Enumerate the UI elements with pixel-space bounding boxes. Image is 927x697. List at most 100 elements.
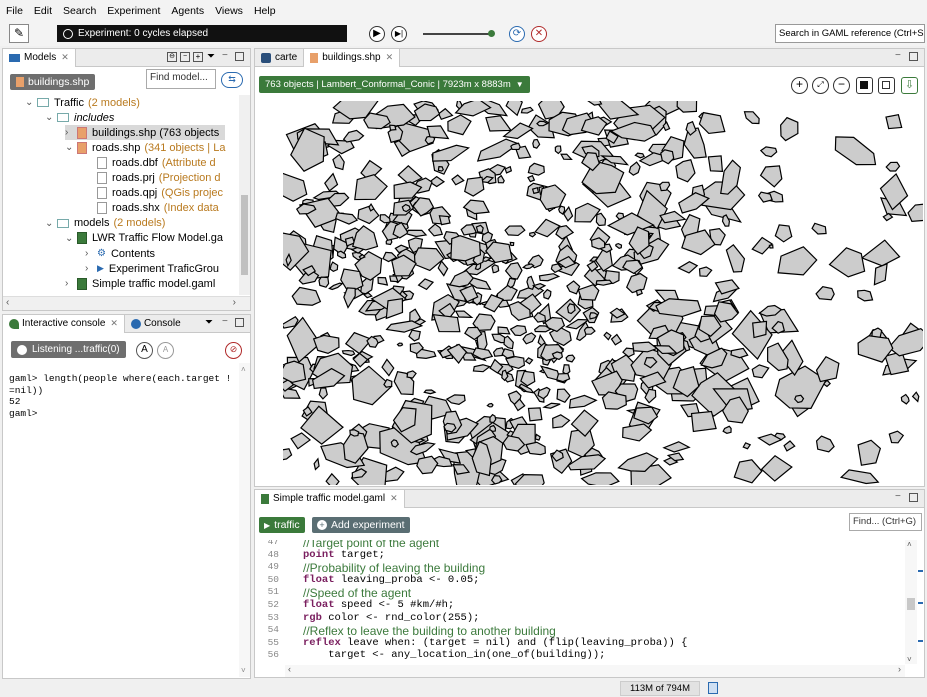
menu-item-search[interactable]: Search [63,5,96,17]
overlay-icon[interactable] [878,77,895,94]
add-experiment-button[interactable]: + Add experiment [312,517,410,533]
tree-item[interactable]: ⌄ models (2 models) [45,216,165,231]
editor-find-input[interactable]: Find... (Ctrl+G) [849,513,922,531]
console-output[interactable]: gaml> length(people where(each.target ! =… [9,373,237,419]
maximize-icon[interactable] [235,318,244,327]
code-area[interactable]: 47//Target point of the agent 48 point tar… [255,540,905,665]
minimize-icon[interactable]: − [222,50,228,61]
menu-item-file[interactable]: File [6,5,23,17]
edit-perspective-icon[interactable]: ✎ [9,24,29,43]
tab-models[interactable]: Models ✕ [3,48,76,67]
tree-item[interactable]: ⌄ includes [45,110,114,125]
maximize-icon[interactable] [909,52,918,61]
chevron-right-icon[interactable]: › [85,263,97,274]
building-shape [857,439,882,466]
menu-item-agents[interactable]: Agents [171,5,204,17]
pause-console-icon[interactable]: ⊘ [225,342,242,359]
tab-simple-traffic-model[interactable]: Simple traffic model.gaml ✕ [255,489,405,508]
chevron-down-icon[interactable]: ⌄ [65,142,77,153]
tree-item[interactable]: roads.shx (Index data [85,201,219,216]
run-traffic-button[interactable]: ▶ traffic [259,517,305,533]
tree-vertical-scrollbar[interactable] [239,95,250,295]
editor-vertical-scrollbar[interactable]: ˄ ˅ [905,540,917,664]
gaml-reference-search[interactable]: Search in GAML reference (Ctrl+Shift+ [775,24,925,43]
maximize-icon[interactable] [909,493,918,502]
chevron-down-icon[interactable]: ⌄ [45,112,57,123]
building-shape [381,358,395,377]
tab-interactive-console[interactable]: Interactive console ✕ [3,314,125,333]
filter-icon[interactable]: ⏷ [205,317,213,328]
line-number: 54 [267,624,279,636]
tree-item[interactable]: › Simple traffic model.gaml [65,276,215,291]
building-shape [675,159,696,183]
maximize-icon[interactable] [235,52,244,61]
tab-buildings-shp[interactable]: buildings.shp ✕ [304,48,401,67]
minimize-icon[interactable]: − [895,491,901,502]
zoom-in-icon[interactable]: + [791,77,808,94]
tree-horizontal-scrollbar[interactable]: ‹ › [3,296,250,310]
chevron-down-icon[interactable]: ⌄ [45,218,57,229]
collapse-all-icon[interactable]: ⊖ [167,52,177,62]
font-a-icon[interactable]: A [136,342,153,359]
listening-badge[interactable]: Listening ...traffic(0) [11,341,126,358]
chevron-right-icon[interactable]: › [65,127,77,138]
minimize-icon[interactable]: − [222,316,228,327]
close-icon[interactable]: ✕ [386,52,394,63]
zoom-fit-icon[interactable]: ⤢ [812,77,829,94]
zoom-out-icon[interactable]: − [833,77,850,94]
speed-slider[interactable] [423,33,493,35]
building-shape [542,402,561,409]
filter-icon[interactable]: ⏷ [207,51,215,62]
tree-item[interactable]: roads.prj (Projection d [85,171,221,186]
tree-item[interactable]: › buildings.shp (763 objects [65,125,225,141]
gaml-icon [77,277,87,290]
map-info-badge[interactable]: 763 objects | Lambert_Conformal_Conic | … [259,76,530,93]
font-a-small-icon[interactable]: A [157,342,174,359]
tree-item[interactable]: ⌄ Traffic (2 models) [25,95,140,110]
close-icon[interactable]: ✕ [110,318,118,329]
menu-item-views[interactable]: Views [215,5,243,17]
tree-item[interactable]: roads.qpj (QGis projec [85,186,223,201]
close-icon[interactable]: ✕ [61,52,69,63]
editor-tabbar: Simple traffic model.gaml ✕ − [255,489,924,508]
minimize-icon[interactable]: − [895,50,901,61]
menu-item-experiment[interactable]: Experiment [107,5,160,17]
tree-item[interactable]: roads.dbf (Attribute d [85,155,216,170]
play-icon[interactable]: ▶ [369,26,385,42]
clock-icon [63,28,73,39]
trash-icon[interactable] [708,682,718,694]
find-model-input[interactable]: Find model... [146,69,216,89]
menu-item-edit[interactable]: Edit [34,5,52,17]
export-icon[interactable]: ⇩ [901,77,918,94]
tree-item[interactable]: ⌄ roads.shp (341 objects | La [65,140,225,155]
building-shape [476,138,520,162]
expand-icon[interactable]: − [180,52,190,62]
tab-console[interactable]: Console [125,315,187,333]
close-experiment-icon[interactable]: ✕ [531,26,547,42]
editor-horizontal-scrollbar[interactable]: ‹ › [285,664,905,677]
add-icon[interactable]: + [193,52,203,62]
tree-item[interactable]: › ⚙ Contents [85,246,155,261]
memory-indicator[interactable]: 113M of 794M [620,681,700,696]
chevron-down-icon[interactable]: ⌄ [25,97,37,108]
tree-item[interactable]: ⌄ LWR Traffic Flow Model.ga [65,231,223,246]
building-shape [538,273,561,282]
buildings-map[interactable] [283,101,923,485]
link-icon[interactable]: ⇆ [221,72,243,88]
tree-item[interactable]: › ▶ Experiment TraficGrou [85,261,219,276]
code-line: target <- any_location_in(one_of(buildin… [303,649,606,662]
building-shape [659,181,671,192]
menu-item-help[interactable]: Help [254,5,276,17]
chevron-right-icon[interactable]: › [65,278,77,289]
building-shape [520,106,534,114]
tab-carte[interactable]: carte [255,48,305,67]
speed-slider-thumb[interactable] [488,30,495,37]
chevron-right-icon[interactable]: › [85,248,97,259]
reload-icon[interactable]: ⟳ [509,26,525,42]
close-icon[interactable]: ✕ [390,493,398,504]
console-scrollbar[interactable]: ˄ ˅ [239,363,250,677]
snapshot-icon[interactable] [856,77,873,94]
chevron-down-icon[interactable]: ⌄ [65,233,77,244]
step-icon[interactable]: ▶| [391,26,407,42]
breadcrumb[interactable]: buildings.shp [10,74,96,90]
